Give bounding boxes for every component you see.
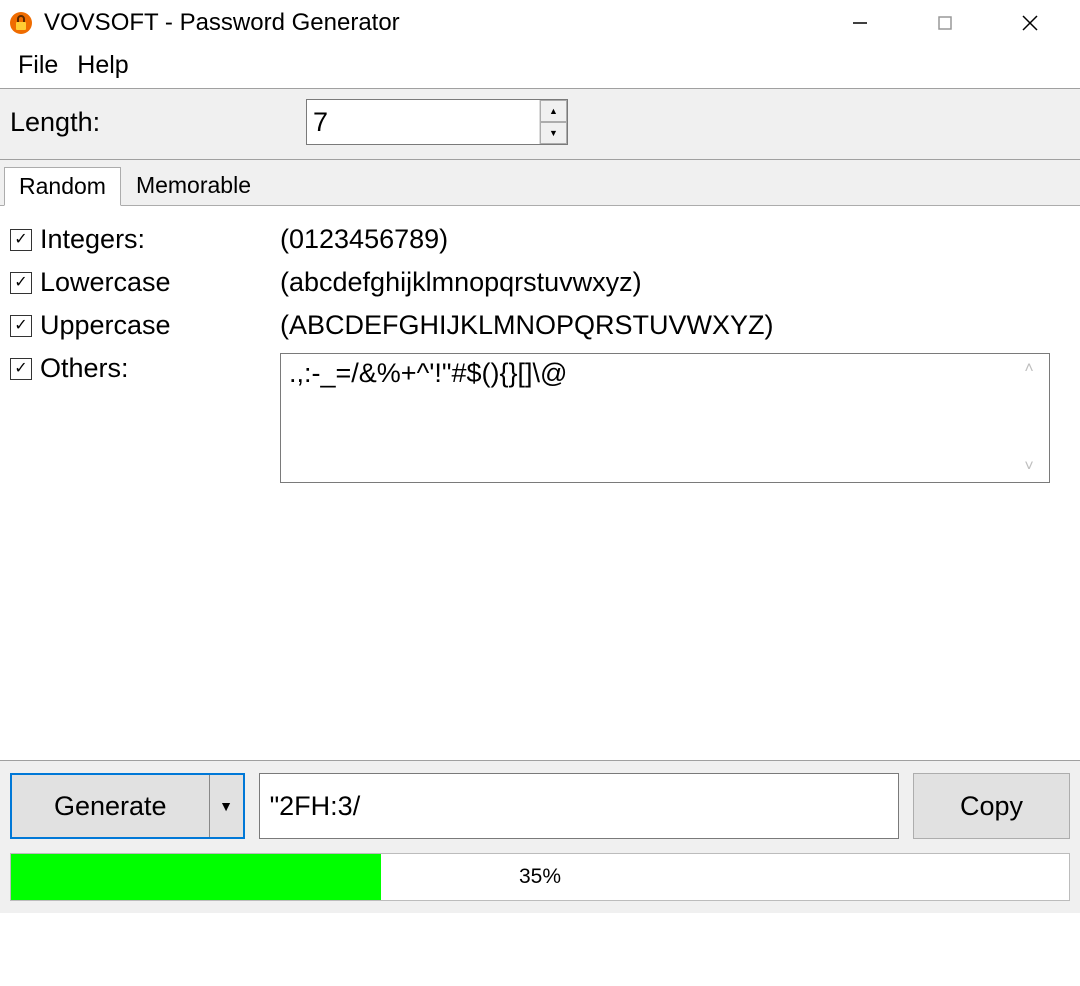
- scroll-down-icon: ˅: [1024, 458, 1033, 476]
- tabs: Random Memorable: [0, 160, 1080, 206]
- check-icon: ✓: [10, 358, 32, 380]
- lowercase-label: Lowercase: [40, 267, 171, 298]
- check-icon: ✓: [10, 229, 32, 251]
- others-label: Others:: [40, 353, 129, 384]
- check-icon: ✓: [10, 272, 32, 294]
- length-label: Length:: [10, 107, 306, 138]
- generate-split-button: Generate ▼: [10, 773, 245, 839]
- generate-button[interactable]: Generate: [12, 775, 209, 837]
- length-spinner[interactable]: ▲ ▼: [306, 99, 568, 145]
- option-row-integers: ✓ Integers: (0123456789): [10, 224, 1070, 255]
- check-icon: ✓: [10, 315, 32, 337]
- generate-dropdown-button[interactable]: ▼: [209, 775, 243, 837]
- uppercase-checkbox[interactable]: ✓ Uppercase: [10, 310, 280, 341]
- uppercase-charset: (ABCDEFGHIJKLMNOPQRSTUVWXYZ): [280, 310, 774, 341]
- maximize-button[interactable]: [922, 0, 967, 45]
- generate-row: Generate ▼ Copy: [10, 773, 1070, 839]
- tab-memorable[interactable]: Memorable: [121, 166, 266, 205]
- window-controls: [837, 0, 1052, 45]
- integers-checkbox[interactable]: ✓ Integers:: [10, 224, 280, 255]
- lowercase-checkbox[interactable]: ✓ Lowercase: [10, 267, 280, 298]
- integers-charset: (0123456789): [280, 224, 448, 255]
- password-output[interactable]: [259, 773, 899, 839]
- lowercase-charset: (abcdefghijklmnopqrstuvwxyz): [280, 267, 642, 298]
- menu-help[interactable]: Help: [69, 49, 136, 82]
- spinner-up-button[interactable]: ▲: [540, 100, 567, 122]
- strength-meter: 35%: [10, 853, 1070, 901]
- close-button[interactable]: [1007, 0, 1052, 45]
- copy-button[interactable]: Copy: [913, 773, 1070, 839]
- spinner-down-button[interactable]: ▼: [540, 122, 567, 144]
- minimize-button[interactable]: [837, 0, 882, 45]
- title-bar: VOVSOFT - Password Generator: [0, 0, 1080, 45]
- tab-random[interactable]: Random: [4, 167, 121, 206]
- length-input[interactable]: [307, 100, 539, 144]
- window-title: VOVSOFT - Password Generator: [44, 9, 837, 37]
- others-charset: .,:-_=/&%+^'!"#$(){}[]\@: [289, 358, 1017, 478]
- others-checkbox[interactable]: ✓ Others:: [10, 353, 280, 384]
- menu-bar: File Help: [0, 45, 1080, 88]
- option-row-uppercase: ✓ Uppercase (ABCDEFGHIJKLMNOPQRSTUVWXYZ): [10, 310, 1070, 341]
- tab-panel-random: ✓ Integers: (0123456789) ✓ Lowercase (ab…: [0, 206, 1080, 760]
- app-lock-icon: [8, 10, 34, 36]
- textarea-scrollbar[interactable]: ˄ ˅: [1017, 358, 1041, 478]
- option-row-others: ✓ Others: .,:-_=/&%+^'!"#$(){}[]\@ ˄ ˅: [10, 353, 1070, 483]
- chevron-down-icon: ▼: [219, 798, 233, 814]
- option-row-lowercase: ✓ Lowercase (abcdefghijklmnopqrstuvwxyz): [10, 267, 1070, 298]
- menu-file[interactable]: File: [10, 49, 66, 82]
- uppercase-label: Uppercase: [40, 310, 171, 341]
- strength-percent: 35%: [11, 854, 1069, 900]
- scroll-up-icon: ˄: [1024, 360, 1033, 378]
- length-panel: Length: ▲ ▼: [0, 88, 1080, 160]
- others-textarea[interactable]: .,:-_=/&%+^'!"#$(){}[]\@ ˄ ˅: [280, 353, 1050, 483]
- integers-label: Integers:: [40, 224, 145, 255]
- bottom-panel: Generate ▼ Copy 35%: [0, 760, 1080, 913]
